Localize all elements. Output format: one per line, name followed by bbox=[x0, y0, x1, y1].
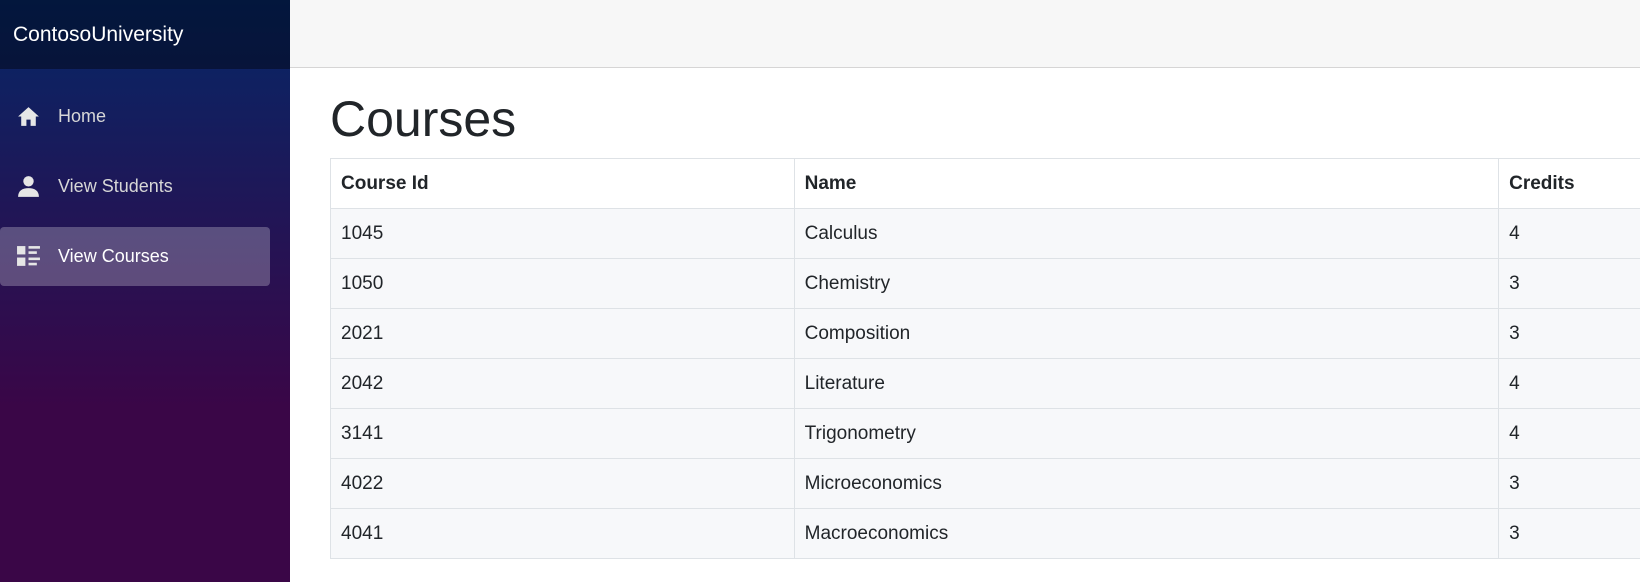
cell-credits: 4 bbox=[1498, 208, 1640, 259]
table-row: 2021 Composition 3 bbox=[330, 308, 1640, 359]
column-header-course-id: Course Id bbox=[330, 158, 795, 209]
table-row: 2042 Literature 4 bbox=[330, 358, 1640, 409]
brand-bar: ContosoUniversity bbox=[0, 0, 290, 69]
sidebar-nav: Home View Students View Courses bbox=[0, 69, 290, 286]
cell-course-id: 1045 bbox=[330, 208, 795, 259]
cell-credits: 3 bbox=[1498, 458, 1640, 509]
cell-name: Composition bbox=[793, 308, 1500, 359]
column-header-name: Name bbox=[793, 158, 1500, 209]
cell-course-id: 2021 bbox=[330, 308, 795, 359]
brand-link[interactable]: ContosoUniversity bbox=[13, 23, 183, 47]
table-row: 1050 Chemistry 3 bbox=[330, 258, 1640, 309]
top-row bbox=[290, 0, 1640, 68]
sidebar-item-view-students[interactable]: View Students bbox=[0, 157, 270, 216]
page-title: Courses bbox=[330, 91, 517, 147]
cell-course-id: 4022 bbox=[330, 458, 795, 509]
table-row: 4022 Microeconomics 3 bbox=[330, 458, 1640, 509]
sidebar-item-home[interactable]: Home bbox=[0, 87, 270, 146]
person-icon bbox=[16, 174, 41, 199]
cell-name: Literature bbox=[793, 358, 1500, 409]
content: Courses Course Id Name Credits 1045 Calc… bbox=[290, 94, 1640, 559]
cell-course-id: 4041 bbox=[330, 508, 795, 559]
cell-course-id: 1050 bbox=[330, 258, 795, 309]
sidebar-item-view-courses[interactable]: View Courses bbox=[0, 227, 270, 286]
cell-credits: 3 bbox=[1498, 258, 1640, 309]
sidebar-item-label: Home bbox=[58, 106, 107, 126]
sidebar-item-label: View Students bbox=[58, 176, 173, 196]
table-header-row: Course Id Name Credits bbox=[330, 158, 1640, 209]
cell-credits: 4 bbox=[1498, 408, 1640, 459]
home-icon bbox=[16, 104, 41, 129]
cell-credits: 4 bbox=[1498, 358, 1640, 409]
cell-course-id: 2042 bbox=[330, 358, 795, 409]
cell-name: Chemistry bbox=[793, 258, 1500, 309]
cell-credits: 3 bbox=[1498, 308, 1640, 359]
column-header-credits: Credits bbox=[1498, 158, 1640, 209]
courses-table: Course Id Name Credits 1045 Calculus 4 1… bbox=[330, 158, 1640, 559]
cell-course-id: 3141 bbox=[330, 408, 795, 459]
table-row: 3141 Trigonometry 4 bbox=[330, 408, 1640, 459]
main-area: Courses Course Id Name Credits 1045 Calc… bbox=[290, 0, 1640, 582]
cell-name: Calculus bbox=[793, 208, 1500, 259]
table-row: 4041 Macroeconomics 3 bbox=[330, 508, 1640, 559]
cell-name: Macroeconomics bbox=[793, 508, 1500, 559]
cell-credits: 3 bbox=[1498, 508, 1640, 559]
table-row: 1045 Calculus 4 bbox=[330, 208, 1640, 259]
list-rich-icon bbox=[16, 244, 41, 269]
cell-name: Microeconomics bbox=[793, 458, 1500, 509]
sidebar-item-label: View Courses bbox=[58, 246, 169, 266]
app-root: ContosoUniversity Home View Students Vie… bbox=[0, 0, 1640, 582]
sidebar: ContosoUniversity Home View Students Vie… bbox=[0, 0, 290, 582]
cell-name: Trigonometry bbox=[793, 408, 1500, 459]
